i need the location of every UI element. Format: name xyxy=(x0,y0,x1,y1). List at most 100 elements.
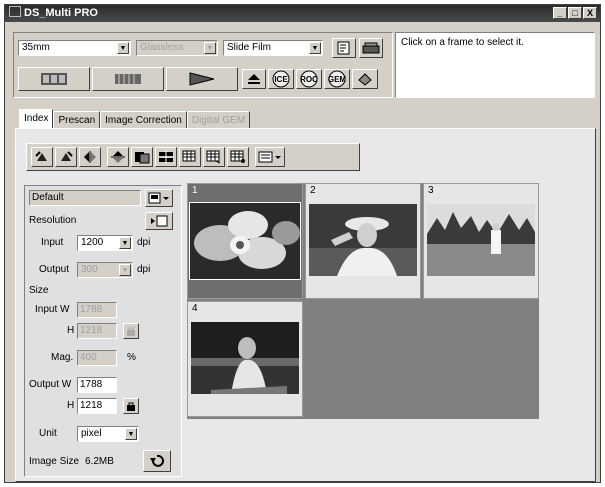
rotate-right-button[interactable] xyxy=(55,147,77,167)
grid-icon xyxy=(230,150,245,163)
select-all-icon xyxy=(159,150,173,164)
select-all-button[interactable] xyxy=(155,147,177,167)
input-width-field: 1788 xyxy=(77,302,117,318)
output-width-value: 1788 xyxy=(80,379,103,390)
minimize-button[interactable]: _ xyxy=(553,7,567,19)
unit-value: pixel xyxy=(81,428,102,439)
lock-icon xyxy=(127,327,135,336)
grid-icon xyxy=(182,150,196,162)
image-size-label: Image Size xyxy=(29,456,80,467)
rotate-left-button[interactable] xyxy=(31,147,53,167)
app-window: DS_Multi PRO _ □ X 35mm ▼ Glassless ▼ Sl… xyxy=(4,4,601,483)
chevron-down-icon[interactable]: ▼ xyxy=(309,42,321,54)
chevron-down-icon xyxy=(258,151,281,163)
lake-figure-image xyxy=(427,204,535,276)
chevron-down-icon[interactable]: ▼ xyxy=(119,237,131,249)
gem-icon: GEM xyxy=(328,70,346,88)
frame-thumbnail[interactable]: 4 xyxy=(187,301,303,417)
negative-button[interactable] xyxy=(131,147,153,167)
input-height-value: 1218 xyxy=(80,325,103,336)
flip-vertical-button[interactable] xyxy=(107,147,129,167)
apply-settings-button[interactable] xyxy=(179,147,201,167)
ice-button[interactable]: ICE xyxy=(268,69,294,89)
reset-settings-button[interactable] xyxy=(332,38,356,58)
book-icon xyxy=(358,73,372,86)
image-toolbar xyxy=(26,143,360,171)
undo-icon xyxy=(150,454,164,467)
chevron-down-icon[interactable]: ▼ xyxy=(125,428,137,440)
grid-icon xyxy=(206,150,221,164)
chevron-down-icon: ▼ xyxy=(119,264,131,276)
output-width-label: Output W xyxy=(29,379,72,390)
tab-prescan[interactable]: Prescan xyxy=(53,111,101,129)
copy-settings-button[interactable] xyxy=(203,147,225,167)
magnification-field: 400 xyxy=(77,350,117,366)
output-width-field[interactable]: 1788 xyxy=(77,377,117,393)
eject-icon xyxy=(248,74,260,84)
frame-number: 2 xyxy=(310,185,316,196)
resolution-preset-button[interactable] xyxy=(145,212,173,230)
flip-horizontal-button[interactable] xyxy=(79,147,101,167)
preferences-button[interactable] xyxy=(359,38,383,58)
undo-button[interactable] xyxy=(143,450,171,472)
scan-settings-panel: Default Resolution Input 1200 ▼ dpi Outp… xyxy=(24,185,182,477)
unit-select[interactable]: pixel ▼ xyxy=(77,426,139,442)
input-height-label: H xyxy=(67,325,75,336)
holder-value: Glassless xyxy=(140,42,184,53)
prescan-button[interactable] xyxy=(92,67,164,91)
app-icon xyxy=(9,6,21,17)
orchid-image xyxy=(190,203,300,279)
maximize-button[interactable]: □ xyxy=(568,7,582,19)
index-tab-panel: Default Resolution Input 1200 ▼ dpi Outp… xyxy=(15,128,596,482)
input-dpi-unit: dpi xyxy=(137,237,151,248)
input-resolution-label: Input xyxy=(41,237,64,248)
eject-button[interactable] xyxy=(242,69,266,89)
woman-hat-image xyxy=(309,204,417,276)
frame-thumbnail[interactable]: 2 xyxy=(305,183,421,299)
scanner-icon xyxy=(362,42,380,54)
rotate-left-icon xyxy=(35,151,47,161)
help-button[interactable] xyxy=(352,69,378,89)
negative-icon xyxy=(135,152,150,164)
title-bar[interactable]: DS_Multi PRO _ □ X xyxy=(5,5,600,22)
output-resolution-select: 300 ▼ xyxy=(77,262,133,278)
frame-thumbnail[interactable]: 3 xyxy=(423,183,539,299)
input-width-label: Input W xyxy=(35,304,70,315)
magnification-label: Mag. xyxy=(51,352,74,363)
input-resolution-select[interactable]: 1200 ▼ xyxy=(77,235,133,251)
ice-icon-label: ICE xyxy=(274,75,288,84)
film-size-value: 35mm xyxy=(22,42,50,53)
frame-image-woman-hat xyxy=(309,204,417,276)
output-dpi-unit: dpi xyxy=(137,264,151,275)
film-size-select[interactable]: 35mm ▼ xyxy=(18,40,131,56)
document-icon xyxy=(337,41,350,55)
frame-image-orchid xyxy=(189,202,301,280)
tab-image-correction[interactable]: Image Correction xyxy=(100,111,187,129)
preset-name-field[interactable]: Default xyxy=(29,190,141,206)
flip-vertical-icon xyxy=(111,151,125,163)
output-height-field[interactable]: 1218 xyxy=(77,398,117,414)
magnification-unit: % xyxy=(127,352,136,363)
film-type-select[interactable]: Slide Film ▼ xyxy=(223,40,323,56)
roc-button[interactable]: ROC xyxy=(296,69,322,89)
size-label: Size xyxy=(29,285,49,296)
index-scan-button[interactable] xyxy=(18,67,90,91)
frame-number: 1 xyxy=(192,185,198,196)
gem-button[interactable]: GEM xyxy=(324,69,350,89)
chevron-down-icon[interactable]: ▼ xyxy=(117,42,129,54)
frame-image-lake-figure xyxy=(427,204,535,276)
magnification-value: 400 xyxy=(80,352,97,363)
scan-button[interactable] xyxy=(166,67,238,91)
paste-settings-button[interactable] xyxy=(227,147,249,167)
view-options-button[interactable] xyxy=(255,147,285,167)
lock-icon xyxy=(127,402,135,411)
roc-icon: ROC xyxy=(300,70,318,88)
woman-sitting-image xyxy=(191,322,299,394)
output-lock-button[interactable] xyxy=(123,398,139,414)
ice-icon: ICE xyxy=(272,70,290,88)
tab-index[interactable]: Index xyxy=(19,109,54,129)
frame-thumbnail[interactable]: 1 xyxy=(187,183,303,299)
preset-menu-button[interactable] xyxy=(145,189,173,207)
close-button[interactable]: X xyxy=(583,7,597,19)
frame-image-woman-sitting xyxy=(191,322,299,394)
